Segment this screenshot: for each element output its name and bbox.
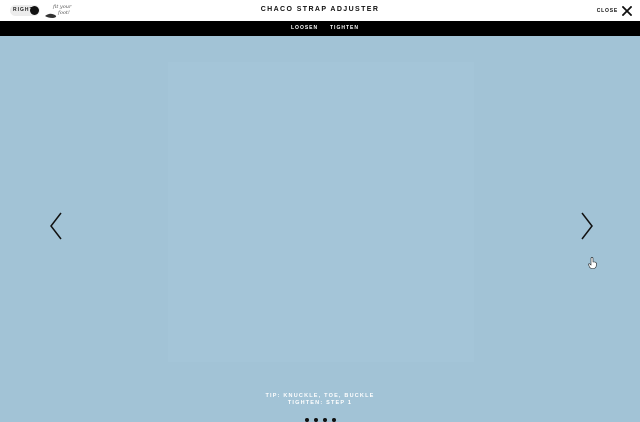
tab-loosen[interactable]: LOOSEN [291,25,318,31]
pagination-dot-3[interactable] [323,418,327,422]
slide-image-area [168,62,474,362]
next-arrow-icon[interactable] [580,212,594,240]
tab-bar: LOOSEN TIGHTEN [0,21,640,40]
prev-arrow-icon[interactable] [49,212,63,240]
close-button[interactable]: CLOSE [597,4,632,17]
close-label: CLOSE [596,7,618,14]
hand-cursor-icon [588,257,597,269]
toggle-knob [30,6,39,15]
tip-line-1: TIP: KNUCKLE, TOE, BUCKLE [265,393,375,399]
close-icon [622,5,632,16]
logo-text-line2: foot! [57,10,70,16]
pagination-dot-4[interactable] [332,418,336,422]
slide-stage: TIP: KNUCKLE, TOE, BUCKLE TIGHTEN: STEP … [0,36,640,422]
fit-your-foot-logo: fit your foot! [45,4,72,18]
tab-tighten[interactable]: TIGHTEN [330,25,359,31]
pagination-dot-2[interactable] [314,418,318,422]
page-title: CHACO STRAP ADJUSTER [260,6,380,13]
pagination-dot-1[interactable] [305,418,309,422]
slide-tip-text: TIP: KNUCKLE, TOE, BUCKLE TIGHTEN: STEP … [0,393,640,407]
foot-side-toggle[interactable]: RIGHT [10,5,40,16]
slide-pagination [305,418,336,422]
top-bar: RIGHT fit your foot! CHACO STRAP ADJUSTE… [0,0,640,21]
